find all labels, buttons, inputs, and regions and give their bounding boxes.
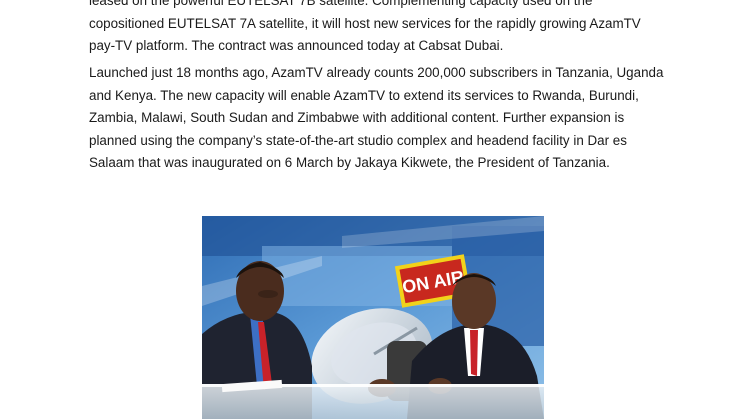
- paragraph-expansion: Launched just 18 months ago, AzamTV alre…: [89, 62, 669, 175]
- paragraph-contract: leased on the powerful EUTELSAT 7B satel…: [89, 0, 669, 58]
- text-line: Salaam that was inaugurated on 6 March b…: [89, 155, 610, 170]
- text-line: and Kenya. The new capacity will enable …: [89, 87, 639, 103]
- text-line: pay-TV platform. The contract was announ…: [89, 38, 504, 53]
- tv-studio-photo: ON AIR: [202, 216, 544, 419]
- text-line: leased on the powerful EUTELSAT 7B satel…: [89, 0, 593, 8]
- text-line: planned using the company’s state-of-the…: [89, 132, 627, 148]
- text-line: Launched just 18 months ago, AzamTV alre…: [89, 65, 664, 80]
- text-line: Zambia, Malawi, South Sudan and Zimbabwe…: [89, 110, 625, 125]
- document-page: leased on the powerful EUTELSAT 7B satel…: [0, 0, 746, 419]
- text-line: copositioned EUTELSAT 7A satellite, it w…: [89, 15, 641, 31]
